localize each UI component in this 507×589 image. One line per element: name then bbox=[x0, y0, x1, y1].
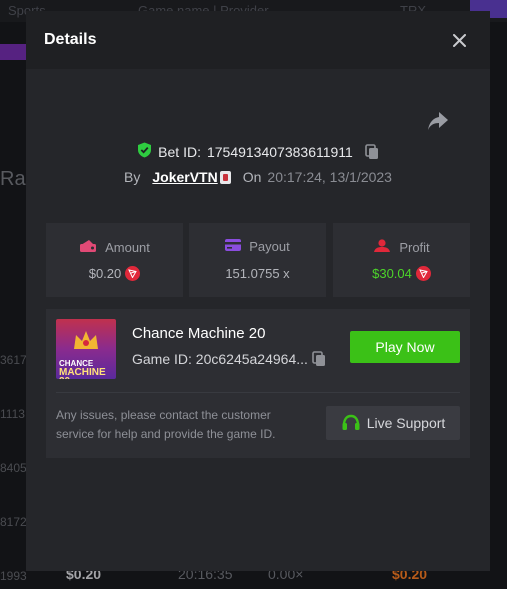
details-modal: Details Bet ID: 1754913407383611911 By J… bbox=[26, 11, 490, 571]
payout-label: Payout bbox=[249, 239, 290, 254]
payout-card: Payout 151.0755 x bbox=[189, 223, 326, 297]
live-support-label: Live Support bbox=[366, 415, 446, 431]
modal-title: Details bbox=[44, 31, 97, 48]
play-now-button[interactable]: Play Now bbox=[350, 331, 460, 363]
bet-id-value: 1754913407383611911 bbox=[206, 143, 353, 160]
user-badge-icon bbox=[219, 170, 231, 184]
game-name: Chance Machine 20 bbox=[132, 325, 266, 342]
on-label: On bbox=[242, 169, 262, 185]
copy-icon[interactable] bbox=[312, 351, 326, 367]
trx-coin-icon bbox=[415, 266, 431, 281]
live-support-button[interactable]: Live Support bbox=[326, 406, 460, 440]
profit-icon bbox=[373, 239, 391, 256]
game-thumbnail[interactable]: CHANCE MACHINE 20 bbox=[56, 319, 116, 379]
amount-value-row: $0.20 bbox=[46, 266, 183, 281]
payout-header: Payout bbox=[189, 239, 326, 254]
profit-value-row: $30.04 bbox=[333, 266, 470, 281]
username-link[interactable]: JokerVTN bbox=[152, 169, 217, 185]
share-icon[interactable] bbox=[426, 110, 450, 132]
profit-card: Profit $30.04 bbox=[333, 223, 470, 297]
game-id: Game ID: 20c6245a24964... bbox=[132, 351, 308, 367]
close-icon[interactable] bbox=[450, 31, 468, 49]
bet-id-label: Bet ID: bbox=[158, 143, 201, 160]
bet-id-row: Bet ID: 1754913407383611911 bbox=[26, 142, 490, 161]
headset-icon bbox=[341, 414, 361, 432]
game-id-row: Game ID: 20c6245a24964... bbox=[132, 351, 326, 367]
payout-value: 151.0755 x bbox=[225, 266, 290, 281]
game-thumbnail-text: CHANCE MACHINE 20 bbox=[59, 359, 116, 379]
thumbnail-line2: MACHINE 20 bbox=[59, 367, 106, 380]
game-card: CHANCE MACHINE 20 Chance Machine 20 Game… bbox=[46, 309, 470, 458]
help-text: Any issues, please contact the customer … bbox=[56, 408, 276, 441]
amount-value: $0.20 bbox=[88, 266, 122, 281]
trx-coin-icon bbox=[125, 266, 141, 281]
crown-icon bbox=[74, 331, 98, 349]
shield-check-icon bbox=[137, 142, 152, 161]
profit-header: Profit bbox=[333, 239, 470, 256]
copy-icon[interactable] bbox=[365, 143, 379, 160]
amount-label: Amount bbox=[105, 240, 150, 255]
amount-card: Amount $0.20 bbox=[46, 223, 183, 297]
divider bbox=[56, 392, 460, 393]
bet-timestamp: 20:17:24, 13/1/2023 bbox=[267, 169, 392, 185]
amount-header: Amount bbox=[46, 239, 183, 256]
by-label: By bbox=[124, 169, 141, 185]
payout-value-row: 151.0755 x bbox=[189, 266, 326, 281]
bet-meta-row: By JokerVTN On 20:17:24, 13/1/2023 bbox=[26, 169, 490, 185]
card-icon bbox=[225, 239, 242, 254]
profit-value: $30.04 bbox=[372, 266, 412, 281]
profit-label: Profit bbox=[399, 240, 430, 255]
modal-header: Details bbox=[26, 11, 490, 69]
wallet-icon bbox=[79, 239, 97, 256]
